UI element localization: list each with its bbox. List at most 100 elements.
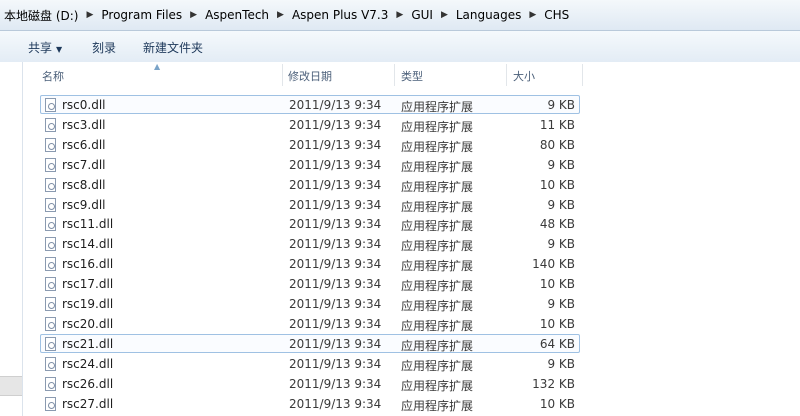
file-row[interactable]: rsc16.dll 2011/9/13 9:34 应用程序扩展 140 KB (40, 254, 580, 273)
file-date: 2011/9/13 9:34 (289, 217, 382, 232)
file-row[interactable]: rsc14.dll 2011/9/13 9:34 应用程序扩展 9 KB (40, 234, 580, 253)
dll-file-icon (45, 316, 56, 331)
navigation-pane[interactable] (0, 62, 23, 416)
file-date: 2011/9/13 9:34 (289, 237, 382, 252)
file-size: 9 KB (547, 297, 575, 311)
share-button[interactable]: 共享 ▼ (28, 39, 62, 56)
file-name: rsc6.dll (62, 137, 106, 152)
file-row[interactable]: rsc20.dll 2011/9/13 9:34 应用程序扩展 10 KB (40, 314, 580, 333)
address-bar[interactable]: 本地磁盘 (D:) ▶ Program Files ▶ AspenTech ▶ … (0, 0, 800, 31)
file-name: rsc3.dll (62, 117, 106, 132)
file-row[interactable]: rsc21.dll 2011/9/13 9:34 应用程序扩展 64 KB (40, 333, 580, 353)
file-date: 2011/9/13 9:34 (289, 98, 382, 112)
dll-file-icon (45, 177, 56, 192)
chevron-down-icon: ▼ (56, 45, 63, 54)
file-row[interactable]: rsc9.dll 2011/9/13 9:34 应用程序扩展 9 KB (40, 195, 580, 214)
column-divider[interactable] (506, 64, 507, 86)
file-type: 应用程序扩展 (401, 139, 474, 154)
dll-file-icon (45, 277, 56, 292)
dll-file-icon (45, 98, 56, 112)
file-date: 2011/9/13 9:34 (289, 277, 382, 292)
breadcrumb-item-gui[interactable]: GUI (407, 8, 437, 22)
file-row[interactable]: rsc27.dll 2011/9/13 9:34 应用程序扩展 10 KB (40, 394, 580, 413)
file-name: rsc19.dll (62, 297, 114, 311)
file-name: rsc7.dll (62, 157, 106, 172)
file-row[interactable]: rsc8.dll 2011/9/13 9:34 应用程序扩展 10 KB (40, 175, 580, 194)
file-size: 10 KB (539, 177, 575, 192)
file-size: 10 KB (539, 316, 575, 331)
file-date: 2011/9/13 9:34 (289, 376, 382, 391)
file-name: rsc27.dll (62, 396, 114, 411)
dll-file-icon (45, 356, 56, 371)
file-row[interactable]: rsc3.dll 2011/9/13 9:34 应用程序扩展 11 KB (40, 115, 580, 134)
dll-file-icon (45, 237, 56, 252)
new-folder-button[interactable]: 新建文件夹 (143, 39, 203, 56)
chevron-right-icon[interactable]: ▶ (392, 10, 407, 20)
breadcrumb-item-aspen-plus[interactable]: Aspen Plus V7.3 (288, 8, 392, 22)
file-row[interactable]: rsc0.dll 2011/9/13 9:34 应用程序扩展 9 KB (40, 95, 580, 114)
file-name: rsc21.dll (62, 336, 114, 351)
file-size: 140 KB (532, 257, 575, 272)
file-type: 应用程序扩展 (401, 299, 474, 313)
file-type: 应用程序扩展 (401, 199, 474, 214)
chevron-right-icon[interactable]: ▶ (273, 10, 288, 20)
sort-up-icon: ▲ (154, 62, 161, 71)
file-date: 2011/9/13 9:34 (289, 336, 382, 351)
file-type: 应用程序扩展 (401, 100, 474, 114)
file-size: 11 KB (539, 117, 575, 132)
column-divider[interactable] (394, 64, 395, 86)
breadcrumb-item-aspentech[interactable]: AspenTech (201, 8, 273, 22)
chevron-right-icon[interactable]: ▶ (525, 10, 540, 20)
breadcrumb: 本地磁盘 (D:) ▶ Program Files ▶ AspenTech ▶ … (0, 6, 573, 24)
dll-file-icon (45, 157, 56, 172)
file-date: 2011/9/13 9:34 (289, 137, 382, 152)
file-type: 应用程序扩展 (401, 318, 474, 333)
dll-file-icon (45, 117, 56, 132)
column-header-type[interactable]: 类型 (401, 68, 423, 84)
column-header-size[interactable]: 大小 (513, 68, 535, 84)
file-name: rsc16.dll (62, 257, 114, 272)
file-name: rsc26.dll (62, 376, 114, 391)
file-size: 9 KB (547, 157, 575, 172)
dll-file-icon (45, 197, 56, 212)
column-header-date[interactable]: 修改日期 (288, 68, 332, 84)
scrollbar-thumb[interactable] (0, 376, 22, 396)
file-size: 64 KB (539, 336, 575, 351)
file-date: 2011/9/13 9:34 (289, 157, 382, 172)
file-date: 2011/9/13 9:34 (289, 297, 382, 311)
chevron-right-icon[interactable]: ▶ (82, 10, 97, 20)
share-button-label: 共享 (28, 41, 53, 55)
file-size: 48 KB (539, 217, 575, 232)
column-divider[interactable] (282, 64, 283, 86)
file-type: 应用程序扩展 (401, 179, 474, 194)
breadcrumb-item-languages[interactable]: Languages (452, 8, 525, 22)
column-header-row: ▲ 名称 修改日期 类型 大小 (23, 62, 800, 86)
breadcrumb-item-drive[interactable]: 本地磁盘 (D:) (0, 7, 82, 24)
file-name: rsc8.dll (62, 177, 106, 192)
file-date: 2011/9/13 9:34 (289, 396, 382, 411)
file-date: 2011/9/13 9:34 (289, 316, 382, 331)
chevron-right-icon[interactable]: ▶ (186, 10, 201, 20)
file-size: 10 KB (539, 277, 575, 292)
column-divider[interactable] (582, 64, 583, 86)
breadcrumb-item-chs[interactable]: CHS (540, 8, 573, 22)
dll-file-icon (45, 376, 56, 391)
file-date: 2011/9/13 9:34 (289, 197, 382, 212)
chevron-right-icon[interactable]: ▶ (437, 10, 452, 20)
file-size: 9 KB (547, 356, 575, 371)
file-row[interactable]: rsc11.dll 2011/9/13 9:34 应用程序扩展 48 KB (40, 214, 580, 233)
file-date: 2011/9/13 9:34 (289, 257, 382, 272)
column-header-name[interactable]: 名称 (42, 68, 64, 84)
file-row[interactable]: rsc17.dll 2011/9/13 9:34 应用程序扩展 10 KB (40, 274, 580, 293)
file-type: 应用程序扩展 (401, 219, 474, 234)
file-row[interactable]: rsc19.dll 2011/9/13 9:34 应用程序扩展 9 KB (40, 294, 580, 313)
file-type: 应用程序扩展 (401, 279, 474, 294)
file-row[interactable]: rsc24.dll 2011/9/13 9:34 应用程序扩展 9 KB (40, 354, 580, 373)
dll-file-icon (45, 137, 56, 152)
breadcrumb-item-program-files[interactable]: Program Files (97, 8, 186, 22)
file-name: rsc9.dll (62, 197, 106, 212)
file-row[interactable]: rsc26.dll 2011/9/13 9:34 应用程序扩展 132 KB (40, 374, 580, 393)
file-row[interactable]: rsc6.dll 2011/9/13 9:34 应用程序扩展 80 KB (40, 135, 580, 154)
burn-button[interactable]: 刻录 (92, 39, 116, 56)
file-row[interactable]: rsc7.dll 2011/9/13 9:34 应用程序扩展 9 KB (40, 155, 580, 174)
